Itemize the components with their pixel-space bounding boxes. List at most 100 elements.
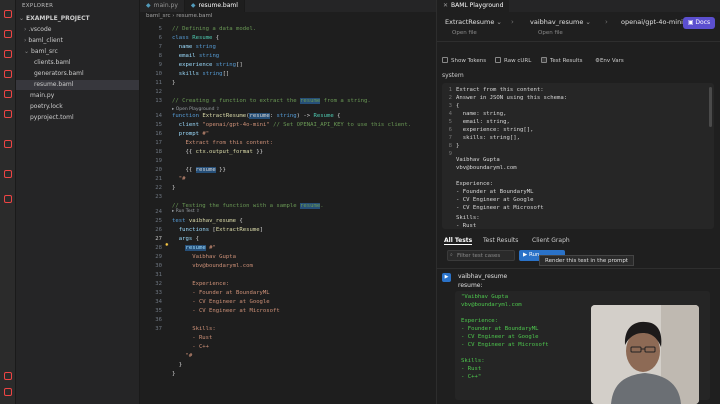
prompt-preview[interactable]: 1 Extract from this content: 2 Answer in… [442, 83, 714, 229]
line-number: 33 [155, 290, 162, 296]
prompt-line-number: 4 [448, 111, 452, 117]
function-selector[interactable]: ExtractResume ⌄ [445, 17, 502, 27]
tab-client-graph[interactable]: Client Graph [532, 237, 570, 244]
resume-line: vbv@boundaryml.com [461, 302, 522, 308]
extensions-icon[interactable] [4, 90, 12, 98]
breadcrumb[interactable]: baml_src › resume.baml [146, 13, 212, 19]
run-test-codelens[interactable]: ▸ Run Test ⇧ [172, 209, 200, 214]
prompt-line: } [456, 143, 460, 149]
run-debug-icon[interactable] [4, 70, 12, 78]
source-control-icon[interactable] [4, 50, 12, 58]
file-generators-baml[interactable]: generators.baml [34, 69, 84, 79]
line-number: 20 [155, 167, 162, 173]
file-clients-baml[interactable]: clients.baml [34, 58, 71, 68]
line-number: 6 [158, 35, 162, 41]
code-line: "# [172, 353, 193, 359]
line-number: 5 [158, 26, 162, 32]
line-number: 17 [155, 140, 162, 146]
chevron-right-icon: › [605, 18, 608, 26]
chevron-down-icon: ⌄ [496, 18, 502, 26]
env-vars-button[interactable]: ⚙Env Vars [595, 57, 624, 65]
file-main-py[interactable]: main.py [30, 91, 54, 101]
presenter-image [591, 305, 699, 404]
prompt-line: - Founder at BoundaryML [456, 189, 534, 195]
file-pyproject-toml[interactable]: pyproject.toml [30, 113, 74, 123]
system-role-label: system [442, 72, 464, 79]
folder-baml-src[interactable]: ⌄ baml_src [24, 47, 58, 57]
line-number: 32 [155, 281, 162, 287]
account-icon[interactable] [4, 372, 12, 380]
checkbox[interactable] [495, 57, 501, 63]
tab-resume-baml[interactable]: ◆ resume.baml [184, 0, 245, 12]
scrollbar[interactable] [709, 87, 712, 127]
code-editor[interactable]: ◆ main.py ◆ resume.baml baml_src › resume.… [140, 0, 436, 404]
search-icon[interactable] [4, 30, 12, 38]
line-number: 30 [155, 263, 162, 269]
lightbulb-icon[interactable]: ✹ [165, 241, 169, 248]
baml-file-icon: ◆ [190, 2, 196, 9]
tab-test-results[interactable]: Test Results [483, 237, 518, 244]
checkbox[interactable] [442, 57, 448, 63]
prompt-line: - Rust [456, 223, 477, 229]
tab-baml-playground[interactable]: ✕ BAML Playground [437, 0, 510, 12]
code-line: - C++ [172, 344, 210, 350]
testing-icon[interactable] [4, 110, 12, 118]
close-icon[interactable]: ✕ [443, 2, 448, 9]
filter-test-cases-input[interactable]: Filter test cases [447, 250, 515, 261]
resume-line: Skills: [461, 358, 485, 364]
model-label: openai/gpt-4o-mini [621, 18, 683, 26]
file-poetry-lock[interactable]: poetry.lock [30, 102, 63, 112]
project-folder[interactable]: ⌄ EXAMPLE_PROJECT [19, 14, 90, 24]
remote-icon[interactable] [4, 140, 12, 148]
prompt-line-number: 6 [448, 127, 452, 133]
test-arg-name: resume: [458, 282, 483, 289]
folder-vscode[interactable]: › .vscode [24, 25, 51, 35]
code-line: prompt #" [178, 131, 210, 137]
docker-icon[interactable] [4, 170, 12, 178]
resume-line: - Founder at BoundaryML [461, 326, 539, 332]
raw-curl-checkbox[interactable]: Raw cURL [495, 57, 531, 65]
prompt-line: Skills: [456, 215, 480, 221]
line-number: 16 [155, 131, 162, 137]
prompt-line: experience: string[], [456, 127, 534, 133]
line-number: 29 [155, 254, 162, 260]
code-line: function ExtractResume(resume: string) -… [172, 113, 341, 119]
open-playground-codelens[interactable]: ▸ Open Playground ⇧ [172, 107, 220, 112]
code-line: // Creating a function to extract the re… [172, 98, 371, 104]
docs-button[interactable]: ▣ Docs [683, 17, 715, 29]
prompt-line: - CV Engineer at Google [456, 197, 534, 203]
line-number: 27 [155, 236, 162, 242]
prompt-line: Experience: [456, 181, 494, 187]
prompt-line: skills: string[], [456, 135, 520, 141]
code-line: {{ ctx.output_format }} [172, 149, 263, 155]
code-line: name string [178, 44, 216, 50]
lightning-icon[interactable] [4, 195, 12, 203]
prompt-line-number: 1 [448, 87, 452, 93]
code-line: Skills: [172, 326, 216, 332]
explorer-sidebar: EXPLORER ⌄ EXAMPLE_PROJECT › .vscode › baml… [16, 0, 140, 404]
code-line: Experience: [172, 281, 230, 287]
open-function-file-link[interactable]: Open file [452, 30, 477, 36]
folder-baml-client[interactable]: › baml_client [24, 36, 63, 46]
line-number: 28 [155, 245, 162, 251]
tab-all-tests[interactable]: All Tests [444, 237, 473, 245]
show-tokens-checkbox[interactable]: Show Tokens [442, 57, 486, 65]
file-resume-baml[interactable]: resume.baml [16, 80, 139, 90]
code-line: resume #" [185, 245, 216, 251]
test-results-checkbox[interactable]: Test Results [541, 57, 582, 65]
open-test-file-link[interactable]: Open file [538, 30, 563, 36]
tab-main-py[interactable]: ◆ main.py [140, 0, 185, 12]
checkbox-checked[interactable] [541, 57, 547, 63]
test-selector[interactable]: vaibhav_resume ⌄ [530, 17, 591, 27]
line-number: 10 [155, 71, 162, 77]
code-line: - CV Engineer at Google [172, 299, 270, 305]
files-icon[interactable] [4, 10, 12, 18]
line-number: 36 [155, 317, 162, 323]
code-line: vbv@boundaryml.com [172, 263, 253, 269]
play-icon: ▶ [444, 274, 449, 280]
code-line: - CV Engineer at Microsoft [172, 308, 280, 314]
line-number: 35 [155, 308, 162, 314]
run-test-play-button[interactable]: ▶ [442, 273, 451, 282]
test-case-name[interactable]: vaibhav_resume [458, 273, 507, 280]
settings-gear-icon[interactable] [4, 388, 12, 396]
